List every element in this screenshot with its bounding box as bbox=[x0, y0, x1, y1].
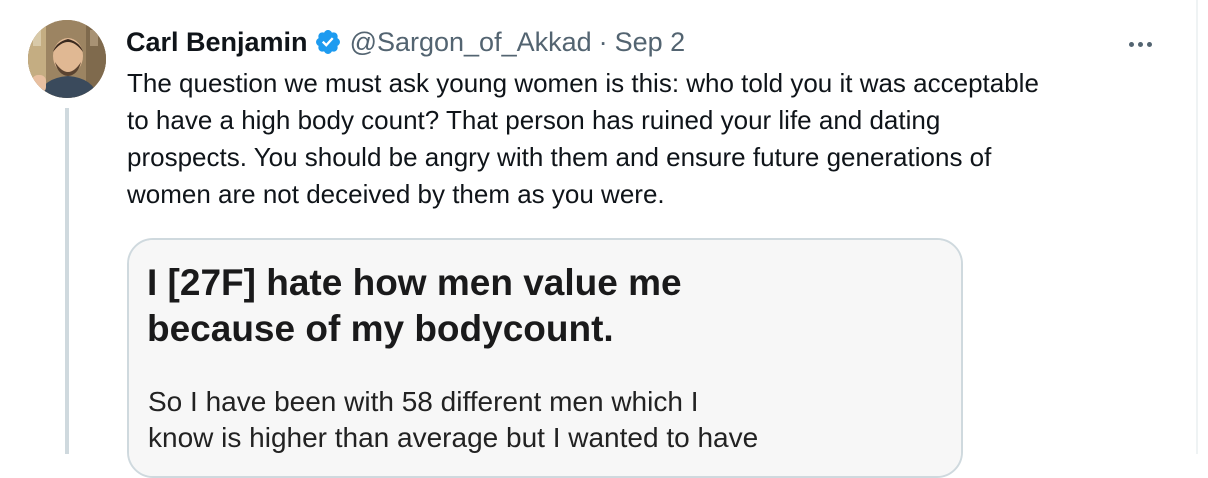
post-title-line: because of my bodycount. bbox=[147, 308, 614, 349]
more-dot bbox=[1146, 41, 1152, 47]
more-options-button[interactable] bbox=[1122, 30, 1158, 58]
tweet-header: Carl Benjamin @Sargon_of_Akkad · Sep 2 bbox=[126, 24, 685, 60]
more-dot bbox=[1137, 41, 1143, 47]
post-body-line: know is higher than average but I wanted… bbox=[148, 422, 759, 453]
author-name[interactable]: Carl Benjamin bbox=[126, 27, 308, 58]
screenshot-image: I [27F] hate how men value me because of… bbox=[129, 240, 961, 476]
tweet-date[interactable]: Sep 2 bbox=[615, 27, 686, 58]
post-title-line: I [27F] hate how men value me bbox=[147, 262, 682, 303]
attached-image[interactable]: I [27F] hate how men value me because of… bbox=[127, 238, 963, 478]
avatar-photo bbox=[28, 20, 106, 98]
tweet-text-line: The question we must ask young women is … bbox=[127, 68, 1039, 98]
separator-dot: · bbox=[598, 26, 608, 57]
verified-badge-icon bbox=[314, 28, 342, 56]
tweet-text-line: to have a high body count? That person h… bbox=[127, 105, 941, 135]
avatar[interactable] bbox=[28, 20, 106, 98]
tweet-text-line: women are not deceived by them as you we… bbox=[127, 179, 665, 209]
post-title: I [27F] hate how men value me because of… bbox=[147, 260, 927, 352]
more-horizontal-icon bbox=[1128, 41, 1134, 47]
post-body-line: So I have been with 58 different men whi… bbox=[148, 386, 699, 417]
author-handle[interactable]: @Sargon_of_Akkad bbox=[350, 27, 592, 58]
tweet-text: The question we must ask young women is … bbox=[127, 65, 1167, 213]
tweet-text-line: prospects. You should be angry with them… bbox=[127, 142, 992, 172]
thread-connector-line bbox=[65, 108, 69, 454]
post-body: So I have been with 58 different men whi… bbox=[148, 384, 928, 456]
timeline-column-border bbox=[1196, 0, 1198, 454]
